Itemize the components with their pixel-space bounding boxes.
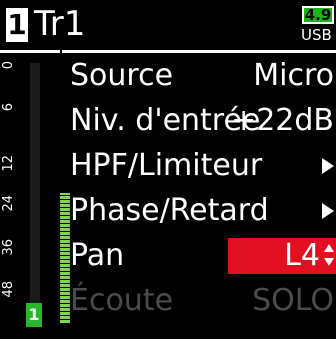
menu-item-phase-delay[interactable]: Phase/Retard [62,188,336,233]
track-number-badge: 1 [6,8,28,42]
channel-badge: 1 [26,303,42,327]
scale-label-6: 6 [1,103,16,112]
pan-value: L4 [284,238,320,273]
scale-label-0: 0 [1,61,16,70]
scale-label-48: 48 [1,281,16,298]
chevron-right-icon [322,203,334,219]
battery-level: 4.9 [304,6,332,24]
pan-label: Pan [70,238,125,273]
up-down-arrows-icon [324,244,334,268]
pan-value-selector[interactable]: L4 [228,238,336,274]
meter-scale: 0 6 12 24 36 48 [1,59,20,339]
menu-item-source[interactable]: Source Micro [62,53,336,98]
monitor-value: SOLO [252,283,334,318]
power-source-label: USB [301,26,332,44]
menu-item-input-level[interactable]: Niv. d'entrée +22dB [62,98,336,143]
battery-icon: 4.9 [302,6,336,26]
level-meter: 0 6 12 24 36 48 1 [0,50,70,339]
scale-label-36: 36 [1,239,16,256]
scale-label-24: 24 [1,195,16,212]
source-label: Source [70,58,174,93]
monitor-label: Écoute [70,283,174,318]
menu-item-pan[interactable]: Pan L4 [62,233,336,278]
track-name: Tr1 [34,4,86,44]
menu-item-monitor: Écoute SOLO [62,278,336,323]
hpf-limiter-label: HPF/Limiteur [70,148,263,183]
input-level-value: +22dB [231,103,334,138]
scale-label-12: 12 [1,155,16,172]
meter-track [30,63,70,323]
chevron-right-icon [322,158,334,174]
source-value: Micro [253,58,334,93]
menu-item-hpf-limiter[interactable]: HPF/Limiteur [62,143,336,188]
track-settings-menu: Source Micro Niv. d'entrée +22dB HPF/Lim… [62,50,336,323]
phase-delay-label: Phase/Retard [70,193,269,228]
